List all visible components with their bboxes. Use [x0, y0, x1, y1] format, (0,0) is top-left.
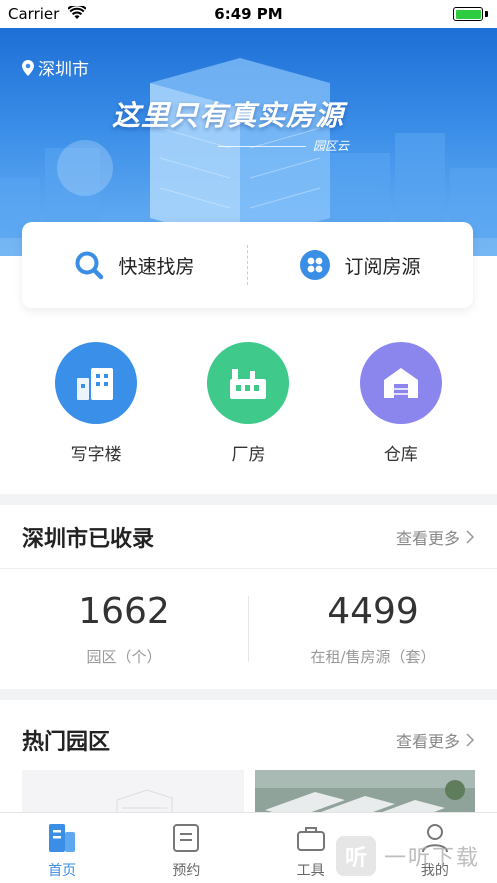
- appointment-icon: [173, 824, 200, 852]
- category-warehouse[interactable]: 仓库: [341, 342, 461, 465]
- hot-parks-more-link[interactable]: 查看更多: [396, 728, 475, 752]
- watermark-badge: 听: [336, 836, 376, 876]
- slogan-underline: [218, 146, 306, 147]
- chevron-right-icon: [466, 529, 475, 544]
- factory-icon: [207, 342, 290, 424]
- battery-icon: [453, 7, 483, 21]
- subscribe-grid-icon: [300, 250, 331, 280]
- location-pin-icon: [22, 59, 34, 76]
- hot-parks-title: 热门园区: [22, 730, 111, 755]
- stat-parks[interactable]: 1662 园区（个）: [0, 591, 248, 667]
- banner-slogan: 这里只有真实房源: [112, 99, 345, 132]
- location-selector[interactable]: 深圳市: [22, 55, 89, 80]
- subscribe-label: 订阅房源: [344, 255, 421, 278]
- search-card: 快速找房 订阅房源: [22, 222, 473, 308]
- stats-section: 深圳市已收录 查看更多 1662 园区（个） 4499 在租/售房源（套）: [0, 505, 497, 689]
- battery-tip: [485, 11, 488, 17]
- tab-home-label: 首页: [48, 863, 77, 879]
- category-warehouse-label: 仓库: [383, 445, 418, 465]
- office-building-icon: [55, 342, 138, 424]
- stat-parks-value: 1662: [78, 591, 170, 632]
- tab-appointment-label: 预约: [172, 863, 201, 879]
- stat-parks-label: 园区（个）: [86, 648, 162, 666]
- brand-tag: 园区云: [313, 139, 350, 153]
- toolbox-icon: [296, 827, 325, 851]
- watermark-text: 一听下载: [384, 846, 481, 871]
- home-icon: [49, 824, 76, 852]
- category-office-label: 写字楼: [70, 445, 122, 465]
- hot-parks-more-label: 查看更多: [395, 732, 460, 751]
- tab-tools-label: 工具: [296, 863, 325, 879]
- category-office[interactable]: 写字楼: [36, 342, 156, 465]
- subscribe-button[interactable]: 订阅房源: [248, 222, 473, 308]
- search-icon: [75, 251, 104, 280]
- quick-find-button[interactable]: 快速找房: [22, 222, 247, 308]
- stats-title: 深圳市已收录: [22, 526, 155, 552]
- tab-appointment[interactable]: 预约: [124, 813, 248, 883]
- hot-parks-header: 热门园区 查看更多: [0, 700, 497, 780]
- tab-home[interactable]: 首页: [0, 813, 124, 883]
- stats-more-link[interactable]: 查看更多: [396, 525, 475, 549]
- watermark: 听 一听下载: [336, 833, 494, 879]
- category-factory[interactable]: 厂房: [188, 342, 308, 465]
- stats-body: 1662 园区（个） 4499 在租/售房源（套）: [0, 569, 497, 689]
- category-row: 写字楼 厂房 仓库: [0, 342, 497, 465]
- chevron-right-icon: [466, 733, 475, 747]
- stat-listings-label: 在租/售房源（套）: [310, 648, 436, 666]
- hot-parks-section: 热门园区 查看更多: [0, 700, 497, 820]
- status-time: 6:49 PM: [214, 5, 283, 23]
- stat-listings[interactable]: 4499 在租/售房源（套）: [249, 591, 497, 667]
- city-name: 深圳市: [38, 60, 89, 80]
- stats-header: 深圳市已收录 查看更多: [0, 505, 497, 569]
- status-bar: Carrier 6:49 PM: [0, 0, 497, 28]
- category-factory-label: 厂房: [231, 445, 266, 465]
- stat-listings-value: 4499: [327, 591, 419, 632]
- warehouse-icon: [359, 342, 442, 424]
- quick-find-label: 快速找房: [118, 255, 195, 278]
- stats-more-label: 查看更多: [395, 528, 460, 548]
